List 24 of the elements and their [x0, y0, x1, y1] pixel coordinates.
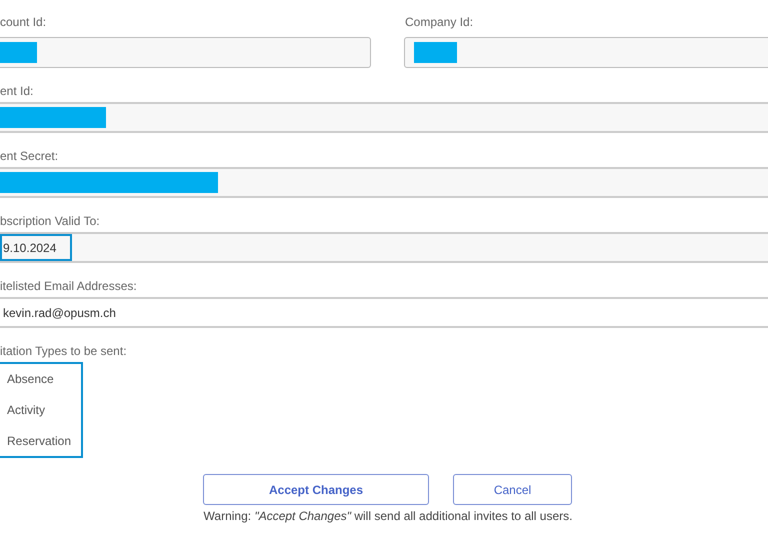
- input-field[interactable]: [0, 102, 768, 133]
- field-label: itelisted Email Addresses:: [0, 279, 137, 293]
- option-list[interactable]: Absence Activity Reservation: [0, 362, 83, 458]
- field-label: itation Types to be sent:: [0, 344, 127, 358]
- accept-button[interactable]: Accept Changes: [203, 474, 429, 505]
- field-label: ent Secret:: [0, 149, 58, 163]
- option-item[interactable]: Reservation: [7, 432, 81, 450]
- input-field[interactable]: 9.10.2024: [0, 232, 768, 263]
- redaction-block: [0, 42, 37, 63]
- option-item[interactable]: Absence: [7, 370, 81, 388]
- field-value: kevin.rad@opusm.ch: [2, 304, 117, 322]
- field-label: count Id:: [0, 15, 46, 29]
- option-item[interactable]: Activity: [7, 400, 81, 419]
- input-field[interactable]: [0, 37, 371, 68]
- field-label: bscription Valid To:: [0, 214, 100, 228]
- field-label: ent Id:: [0, 84, 34, 98]
- warning-text: Warning: "Accept Changes" will send all additional invites to all users.: [204, 508, 572, 525]
- redaction-block: [414, 42, 457, 63]
- input-field[interactable]: [404, 37, 768, 68]
- field-value: 9.10.2024: [0, 234, 72, 261]
- input-field[interactable]: kevin.rad@opusm.ch: [0, 297, 768, 328]
- cancel-button[interactable]: Cancel: [453, 474, 572, 505]
- field-label: Company Id:: [405, 15, 474, 29]
- input-field[interactable]: [0, 167, 768, 198]
